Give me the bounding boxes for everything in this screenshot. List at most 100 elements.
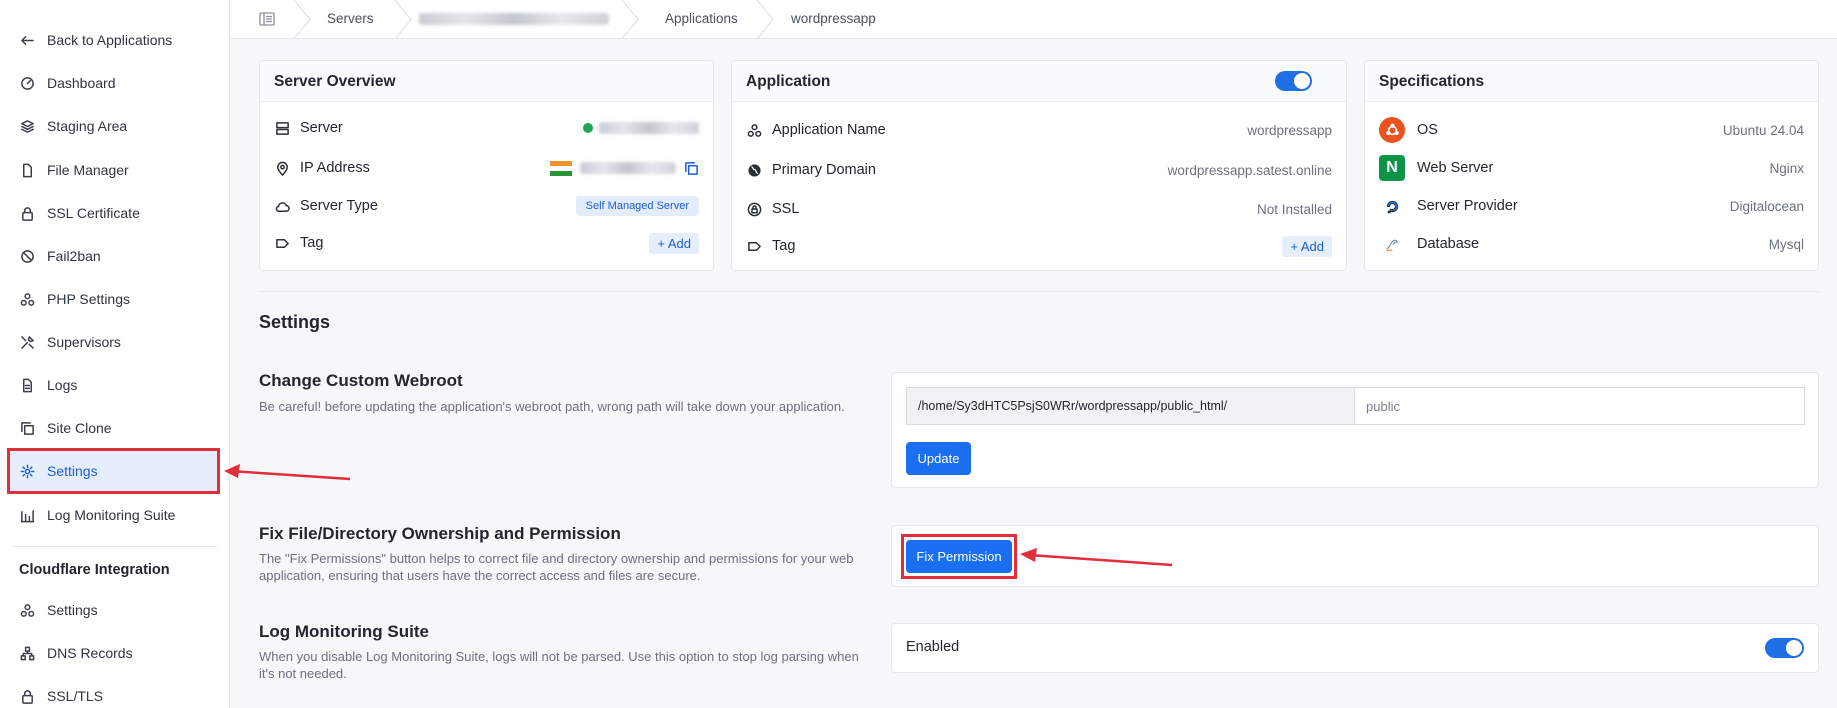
sidebar-item-dns-records[interactable]: DNS Records xyxy=(19,643,133,663)
sidebar-item-php-settings[interactable]: PHP Settings xyxy=(19,289,130,309)
fix-permission-highlight xyxy=(901,534,1017,579)
add-tag-button[interactable]: + Add xyxy=(649,232,699,254)
fix-permission-description: The "Fix Permissions" button helps to co… xyxy=(259,551,854,583)
webroot-folder-input[interactable]: public xyxy=(1354,387,1805,425)
ip-address-label: IP Address xyxy=(300,160,370,176)
spec-row-os: OS Ubuntu 24.04 xyxy=(1379,117,1804,143)
webroot-title: Change Custom Webroot xyxy=(259,371,463,390)
globe-icon xyxy=(746,162,762,178)
tag-icon xyxy=(274,235,290,251)
status-dot-icon xyxy=(583,123,593,133)
card-title: Application xyxy=(746,73,831,90)
file-icon xyxy=(19,162,35,178)
tools-icon xyxy=(19,334,35,350)
copy-icon xyxy=(19,420,35,436)
specifications-card: Specifications OS Ubuntu 24.04 N Web Ser… xyxy=(1364,60,1819,271)
breadcrumb-wordpressapp: wordpressapp xyxy=(791,11,876,26)
ip-address-row: IP Address xyxy=(274,156,699,180)
spec-value: Mysql xyxy=(1768,236,1804,252)
sidebar-toggle-icon[interactable] xyxy=(259,12,275,26)
update-button[interactable]: Update xyxy=(906,442,971,475)
server-label: Server xyxy=(300,120,343,136)
add-tag-button[interactable]: + Add xyxy=(1282,235,1332,257)
location-pin-icon xyxy=(274,160,290,176)
sidebar-item-dashboard[interactable]: Dashboard xyxy=(19,73,116,93)
breadcrumb: Servers Applications wordpressapp xyxy=(231,0,1837,40)
application-name-value: wordpressapp xyxy=(1247,122,1332,138)
sidebar-item-ssl-certificate[interactable]: SSL Certificate xyxy=(19,203,140,223)
ssl-lock-icon xyxy=(746,201,762,217)
breadcrumb-separator-icon xyxy=(756,0,774,40)
spec-label: Database xyxy=(1417,236,1480,252)
app-root: Back to Applications Dashboard Staging A… xyxy=(0,0,1837,708)
log-monitoring-description: When you disable Log Monitoring Suite, l… xyxy=(259,649,859,681)
copy-icon[interactable] xyxy=(684,161,699,176)
log-monitoring-title: Log Monitoring Suite xyxy=(259,622,429,641)
log-monitoring-status: Enabled xyxy=(906,639,960,655)
annotation-arrow-settings xyxy=(224,464,351,481)
sidebar-divider xyxy=(12,546,217,547)
india-flag-icon xyxy=(550,160,572,176)
gear-icon xyxy=(19,463,35,479)
spec-value: Digitalocean xyxy=(1729,198,1804,214)
sidebar-item-fail2ban[interactable]: Fail2ban xyxy=(19,246,101,266)
sidebar-item-label: Settings xyxy=(47,602,98,618)
application-name-row: Application Name wordpressapp xyxy=(746,118,1332,142)
sidebar-item-cloudflare-settings[interactable]: Settings xyxy=(19,600,98,620)
digitalocean-icon xyxy=(1379,193,1405,219)
sidebar-item-log-monitoring-suite[interactable]: Log Monitoring Suite xyxy=(19,505,175,525)
primary-domain-link[interactable]: wordpressapp.satest.online xyxy=(1168,163,1332,178)
sidebar-item-label: Back to Applications xyxy=(47,32,173,48)
server-value-redacted[interactable] xyxy=(583,122,699,134)
lock-icon xyxy=(19,688,35,704)
breadcrumb-separator-icon xyxy=(621,0,639,40)
server-type-row: Server Type Self Managed Server xyxy=(274,194,699,218)
webroot-path-prefix: /home/Sy3dHTC5PsjS0WRr/wordpressapp/publ… xyxy=(906,387,1355,425)
spec-row-database: Database Mysql xyxy=(1379,232,1804,256)
webroot-description: Be careful! before updating the applicat… xyxy=(259,399,845,414)
breadcrumb-server-name-redacted[interactable] xyxy=(419,13,609,28)
ssl-label: SSL xyxy=(772,201,800,217)
dashboard-gauge-icon xyxy=(19,75,35,91)
sidebar-item-site-clone[interactable]: Site Clone xyxy=(19,418,112,438)
sidebar: Back to Applications Dashboard Staging A… xyxy=(0,0,230,708)
log-monitoring-toggle[interactable] xyxy=(1765,638,1804,658)
cloudflare-heading: Cloudflare Integration xyxy=(19,562,170,578)
card-title: Specifications xyxy=(1379,73,1485,90)
bar-chart-icon xyxy=(19,507,35,523)
lock-icon xyxy=(19,205,35,221)
server-icon xyxy=(274,120,290,136)
settings-heading: Settings xyxy=(259,312,331,332)
sidebar-item-label: Logs xyxy=(47,377,78,393)
application-enabled-toggle[interactable] xyxy=(1275,71,1312,91)
sidebar-item-file-manager[interactable]: File Manager xyxy=(19,160,129,180)
sidebar-item-ssl-tls[interactable]: SSL/TLS xyxy=(19,686,103,706)
breadcrumb-applications[interactable]: Applications xyxy=(665,11,738,26)
sidebar-item-logs[interactable]: Logs xyxy=(19,375,77,395)
arrow-left-icon xyxy=(19,32,35,48)
ssl-row: SSL Not Installed xyxy=(746,197,1332,221)
mysql-icon xyxy=(1379,231,1405,257)
tag-row: Tag + Add xyxy=(274,231,699,255)
sidebar-item-supervisors[interactable]: Supervisors xyxy=(19,332,121,352)
spec-row-web-server: N Web Server Nginx xyxy=(1379,155,1804,181)
primary-domain-row: Primary Domain wordpressapp.satest.onlin… xyxy=(746,158,1332,182)
layers-icon xyxy=(19,118,35,134)
cubes-icon xyxy=(746,122,762,138)
server-type-badge: Self Managed Server xyxy=(575,196,699,216)
breadcrumb-servers[interactable]: Servers xyxy=(327,11,374,26)
sidebar-item-label: Settings xyxy=(47,463,98,479)
breadcrumb-separator-icon xyxy=(293,0,311,40)
sidebar-item-label: Fail2ban xyxy=(47,248,101,264)
sidebar-item-label: Log Monitoring Suite xyxy=(47,507,176,523)
back-to-applications-link[interactable]: Back to Applications xyxy=(19,30,172,50)
section-divider xyxy=(259,291,1819,292)
breadcrumb-separator-icon xyxy=(394,0,412,40)
sidebar-item-label: SSL/TLS xyxy=(47,688,104,704)
sidebar-item-staging-area[interactable]: Staging Area xyxy=(19,116,127,136)
ban-icon xyxy=(19,248,35,264)
sidebar-item-settings[interactable]: Settings xyxy=(7,448,220,494)
sidebar-item-label: PHP Settings xyxy=(47,291,131,307)
tag-label: Tag xyxy=(300,235,324,251)
log-monitoring-panel: Enabled xyxy=(891,623,1819,673)
